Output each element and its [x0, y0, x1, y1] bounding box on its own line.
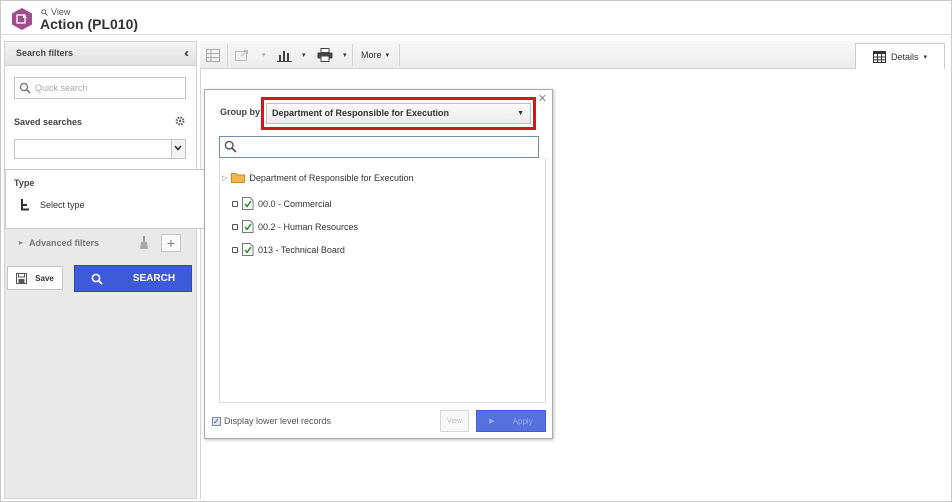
- search-filters-label: Search filters: [16, 48, 74, 58]
- apply-button[interactable]: ▶ Apply: [476, 410, 546, 432]
- type-label: Type: [14, 178, 35, 188]
- display-lower-level-label: Display lower level records: [224, 416, 332, 426]
- collapse-double-chevron-icon[interactable]: ‹‹: [184, 46, 189, 60]
- bullet-icon: [232, 200, 238, 207]
- expand-arrow-icon[interactable]: ▸: [19, 238, 23, 247]
- advanced-filters-row[interactable]: ▸ Advanced filters +: [5, 232, 196, 256]
- action-app-icon: [12, 8, 32, 30]
- bullet-icon: [232, 246, 238, 253]
- details-view-button[interactable]: Details ▾: [855, 43, 945, 69]
- print-dropdown[interactable]: ▾: [343, 46, 347, 64]
- folder-icon: [231, 173, 246, 183]
- toolbar-separator: [227, 44, 228, 66]
- save-label: Save: [35, 273, 54, 283]
- save-button[interactable]: Save: [7, 266, 63, 290]
- header: View Action (PL010): [1, 1, 951, 35]
- tree-item-label: 00.2 - Human Resources: [258, 221, 359, 232]
- department-icon: [242, 220, 254, 233]
- select-type-label: Select type: [40, 200, 85, 210]
- tree-item-label: 013 - Technical Board: [258, 244, 345, 255]
- chevron-down-icon: ▾: [385, 52, 390, 59]
- saved-searches-label: Saved searches: [14, 117, 83, 127]
- more-label: More: [361, 50, 382, 60]
- tree-item-label: 00.0 - Commercial: [258, 198, 332, 209]
- search-icon: [19, 82, 31, 94]
- tree-root-label: Department of Responsible for Execution: [249, 172, 414, 183]
- table-grid-icon: [206, 48, 220, 62]
- view-label: View: [446, 417, 463, 425]
- toolbar-separator: [399, 44, 400, 66]
- type-filter-panel: Type Select type: [5, 169, 205, 229]
- group-by-value: Department of Responsible for Execution: [272, 108, 450, 118]
- department-icon: [242, 243, 254, 256]
- expand-arrow-icon[interactable]: ▷: [222, 174, 227, 182]
- gear-icon[interactable]: [174, 115, 186, 127]
- hierarchy-icon: [21, 199, 29, 211]
- print-button[interactable]: [317, 46, 333, 64]
- search-button[interactable]: SEARCH: [74, 265, 192, 292]
- group-tree: ▷ Department of Responsible for Executio…: [219, 158, 546, 403]
- tree-item[interactable]: 00.0 - Commercial: [232, 197, 332, 210]
- chevron-down-icon: ▼: [517, 110, 524, 117]
- toolbar-separator: [352, 44, 353, 66]
- chevron-down-icon: ▾: [923, 53, 928, 61]
- export-dropdown[interactable]: ▾: [262, 46, 266, 64]
- group-search-input[interactable]: [219, 136, 539, 158]
- dialog-footer: ✓ Display lower level records View ▶ App…: [205, 406, 552, 438]
- details-label: Details: [890, 51, 919, 62]
- tree-root-node[interactable]: ▷ Department of Responsible for Executio…: [222, 172, 413, 183]
- apply-label: Apply: [512, 416, 533, 426]
- search-icon: [91, 273, 103, 285]
- toolbar: ▾ ▾ ▾ More ▾ Details ▾: [200, 41, 945, 69]
- group-by-dialog: ✕ Group by Department of Responsible for…: [204, 89, 553, 439]
- advanced-filters-label: Advanced filters: [29, 238, 100, 248]
- tree-item[interactable]: 013 - Technical Board: [232, 243, 345, 256]
- play-icon: ▶: [489, 418, 495, 425]
- app-window: View Action (PL010) Search filters ‹‹ Qu…: [0, 0, 952, 502]
- printer-icon: [317, 48, 333, 62]
- select-type-item[interactable]: Select type: [20, 199, 85, 211]
- checkbox-checked-icon[interactable]: ✓: [212, 416, 221, 426]
- more-button[interactable]: More ▾: [361, 46, 389, 64]
- search-filters-header: Search filters ‹‹: [5, 42, 196, 66]
- grid-view-button[interactable]: [206, 46, 220, 64]
- chart-dropdown[interactable]: ▾: [302, 46, 306, 64]
- search-label: SEARCH: [132, 273, 176, 284]
- close-icon[interactable]: ✕: [538, 92, 547, 105]
- bar-chart-icon: [277, 50, 292, 62]
- group-by-label: Group by: [220, 107, 260, 117]
- display-lower-level-checkbox[interactable]: ✓ Display lower level records: [212, 416, 331, 426]
- group-by-select[interactable]: Department of Responsible for Execution …: [266, 103, 531, 124]
- add-filter-button[interactable]: +: [161, 234, 181, 252]
- export-icon: [235, 50, 248, 61]
- search-filters-panel: Search filters ‹‹ Quick search Saved sea…: [4, 41, 197, 499]
- magnifier-icon: [41, 8, 48, 16]
- floppy-disk-icon: [16, 272, 28, 284]
- broom-icon[interactable]: [139, 236, 149, 250]
- saved-searches-select[interactable]: [14, 139, 186, 159]
- chart-button[interactable]: [277, 46, 292, 64]
- export-button[interactable]: [235, 46, 249, 64]
- view-button[interactable]: View: [440, 410, 469, 432]
- tree-item[interactable]: 00.2 - Human Resources: [232, 220, 358, 233]
- page-title: Action (PL010): [40, 16, 139, 32]
- chevron-down-icon[interactable]: [171, 140, 185, 158]
- department-icon: [242, 197, 254, 210]
- bullet-icon: [232, 223, 238, 230]
- quick-search-input[interactable]: Quick search: [14, 77, 186, 99]
- quick-search-placeholder: Quick search: [35, 83, 88, 93]
- table-grid-icon: [872, 50, 886, 63]
- search-icon: [224, 140, 237, 153]
